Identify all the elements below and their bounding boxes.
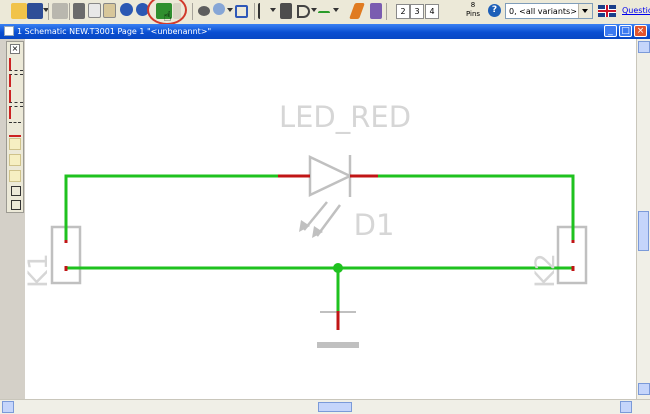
page-button-4[interactable]: 4: [425, 4, 439, 19]
document-icon: [4, 26, 14, 36]
find-binoculars-icon[interactable]: [280, 3, 292, 19]
ref-designator-label: D1: [354, 208, 395, 242]
bus-tool-icon[interactable]: [9, 58, 23, 71]
minimize-button[interactable]: _: [604, 25, 617, 37]
net-tool-icon[interactable]: [9, 106, 23, 119]
document-title-bar: 1 Schematic NEW.T3001 Page 1 "<unbenannt…: [0, 24, 650, 39]
gate-symbol-icon[interactable]: [297, 5, 310, 18]
horizontal-scrollbar[interactable]: [0, 399, 650, 414]
select-arrow-icon[interactable]: [258, 3, 270, 19]
pen-icon[interactable]: [349, 3, 365, 19]
variant-select[interactable]: 0, <all variants>: [505, 3, 593, 19]
save-icon[interactable]: [27, 3, 43, 19]
pins-count: 8: [470, 1, 476, 9]
wire-dropdown-icon[interactable]: [333, 8, 339, 12]
wire-tool-icon[interactable]: [318, 11, 330, 15]
label-tool-icon[interactable]: [9, 154, 21, 166]
view-eye-icon[interactable]: [198, 6, 210, 16]
pins-counter: 8 Pins: [458, 1, 488, 19]
zoom-icon[interactable]: [213, 3, 225, 15]
ground-tool-icon[interactable]: [11, 200, 21, 210]
pin-tool-icon[interactable]: [9, 90, 23, 103]
pins-label: Pins: [465, 10, 481, 18]
help-icon[interactable]: ?: [488, 4, 501, 17]
zoom-dropdown-icon[interactable]: [227, 8, 233, 12]
undo-icon[interactable]: [120, 3, 133, 16]
hand-cursor-icon: ☝: [163, 9, 172, 25]
tool-palette: ×: [6, 41, 24, 213]
page-button-3[interactable]: 3: [410, 4, 424, 19]
vertical-scroll-thumb[interactable]: [638, 211, 649, 251]
chevron-down-icon[interactable]: [578, 4, 592, 18]
wire-led-to-k2[interactable]: [378, 174, 575, 240]
schematic-drawing: LED_RED D1 K1 K2: [23, 100, 588, 348]
junction-tool-icon[interactable]: [9, 122, 21, 137]
variant-select-value: 0, <all variants>: [509, 7, 577, 16]
scroll-left-icon[interactable]: [2, 401, 14, 413]
connector-k1-label: K1: [25, 253, 54, 288]
toolbar-separator: [254, 3, 255, 20]
scroll-down-icon[interactable]: [638, 383, 650, 395]
led-body[interactable]: [308, 155, 353, 197]
vertical-scrollbar[interactable]: [636, 39, 650, 399]
toolbar-separator: [69, 3, 70, 20]
toolbar-separator: [192, 3, 193, 20]
wire-junction[interactable]: [333, 263, 343, 273]
main-toolbar: 2 3 4 8 Pins ? 0, <all variants> Questio…: [0, 0, 650, 25]
open-folder-icon[interactable]: [11, 3, 27, 19]
page-button-2[interactable]: 2: [396, 4, 410, 19]
pointer-tool-icon[interactable]: [11, 186, 21, 196]
connector-k2-label: K2: [530, 253, 561, 288]
uk-flag-icon[interactable]: [598, 5, 616, 17]
wire-k1-to-led[interactable]: [64, 174, 278, 240]
palette-close-icon[interactable]: ×: [10, 44, 20, 54]
zoom-fit-icon[interactable]: [235, 5, 248, 18]
horizontal-scroll-thumb[interactable]: [318, 402, 352, 412]
schematic-canvas[interactable]: LED_RED D1 K1 K2: [23, 39, 636, 399]
maximize-button[interactable]: □: [619, 25, 632, 37]
text-tool-icon[interactable]: [9, 138, 21, 150]
close-button[interactable]: ×: [634, 25, 647, 37]
connector-tool-icon[interactable]: [9, 74, 23, 87]
gate-dropdown-icon[interactable]: [311, 8, 317, 12]
graphic-tool-icon[interactable]: [9, 170, 21, 182]
toolbar-separator: [48, 3, 49, 20]
scroll-right-icon[interactable]: [620, 401, 632, 413]
question-link[interactable]: Question: [622, 6, 650, 15]
toolbar-separator: [386, 3, 387, 20]
document-title: 1 Schematic NEW.T3001 Page 1 "<unbenannt…: [17, 27, 212, 36]
print-icon[interactable]: [52, 3, 68, 19]
cut-icon[interactable]: [73, 3, 85, 19]
label-tool-icon[interactable]: [370, 3, 382, 19]
select-dropdown-icon[interactable]: [270, 8, 276, 12]
scroll-up-icon[interactable]: [638, 41, 650, 53]
part-name-label: LED_RED: [279, 100, 411, 134]
copy-icon[interactable]: [88, 3, 101, 18]
paste-icon[interactable]: [103, 3, 116, 18]
